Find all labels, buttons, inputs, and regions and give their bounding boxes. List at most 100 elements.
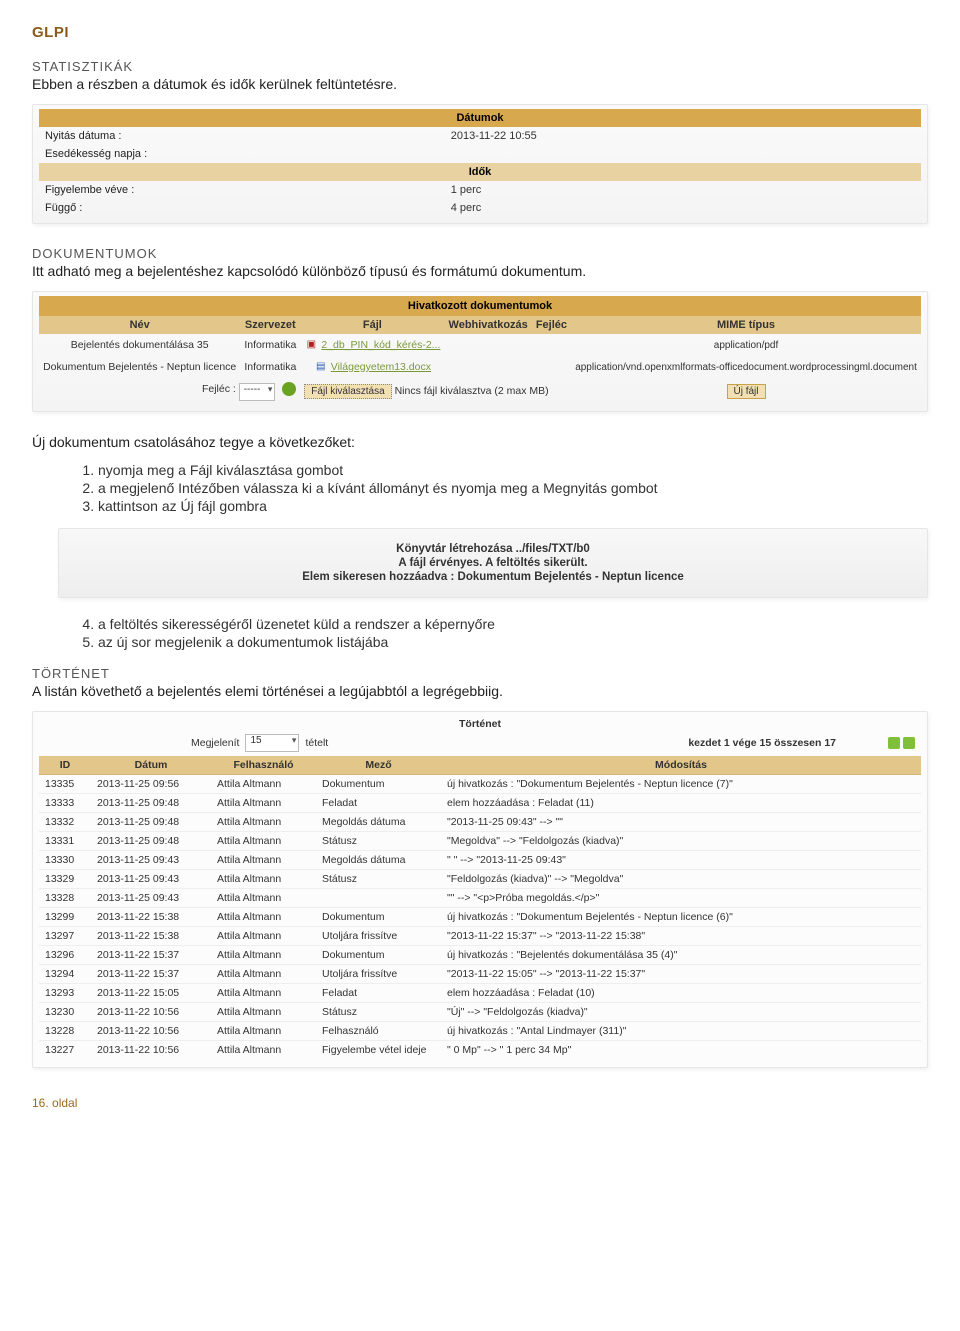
h-id: 13293 [39,983,91,1002]
h-id: 13228 [39,1021,91,1040]
h-user: Attila Altmann [211,774,316,793]
doc-row: Dokumentum Bejelentés - Neptun licenceIn… [39,356,921,378]
step-item: kattintson az Új fájl gombra [98,498,928,514]
h-mod: "Megoldva" --> "Feldolgozás (kiadva)" [441,831,921,850]
h-id: 13328 [39,888,91,907]
h-user: Attila Altmann [211,1040,316,1059]
doc-mime: application/pdf [571,334,921,356]
history-desc: A listán követhető a bejelentés elemi tö… [32,683,928,699]
h-user: Attila Altmann [211,1021,316,1040]
h-field: Státusz [316,1002,441,1021]
due-date-label: Esedékesség napja : [39,145,445,163]
h-id: 13297 [39,926,91,945]
h-user: Attila Altmann [211,869,316,888]
new-file-button[interactable]: Új fájl [727,384,766,399]
history-row: 133292013-11-25 09:43Attila AltmannStátu… [39,869,921,888]
h-field: Feladat [316,983,441,1002]
h-mod: "Új" --> "Feldolgozás (kiadva)" [441,1002,921,1021]
h-id: 13299 [39,907,91,926]
h-user: Attila Altmann [211,812,316,831]
doc-file[interactable]: ▣2_db_PIN_kód_kérés-2... [300,334,444,356]
pdf-icon: ▣ [304,338,318,352]
refresh-icon[interactable] [282,382,296,396]
h-user: Attila Altmann [211,850,316,869]
doc-head [532,334,571,356]
docs-desc: Itt adható meg a bejelentéshez kapcsolód… [32,263,928,279]
open-date-label: Nyitás dátuma : [39,127,445,145]
doc-org: Informatika [240,334,300,356]
doc-file[interactable]: ▤Világegyetem13.docx [300,356,444,378]
history-row: 133322013-11-25 09:48Attila AltmannMegol… [39,812,921,831]
h-user: Attila Altmann [211,983,316,1002]
head-select[interactable]: ----- [239,383,276,401]
h-date: 2013-11-25 09:43 [91,850,211,869]
h-date: 2013-11-22 15:37 [91,964,211,983]
h-user: Attila Altmann [211,888,316,907]
pending-value: 4 perc [445,199,921,217]
notice-line-2: A fájl érvényes. A feltöltés sikerült. [69,557,917,569]
h-id: 13296 [39,945,91,964]
history-row: 133332013-11-25 09:48Attila AltmannFelad… [39,793,921,812]
doc-mime: application/vnd.openxmlformats-officedoc… [571,356,921,378]
history-row: 132282013-11-22 10:56Attila AltmannFelha… [39,1021,921,1040]
considered-value: 1 perc [445,181,921,199]
h-date: 2013-11-22 15:37 [91,945,211,964]
col-org: Szervezet [240,316,300,334]
doc-name: Dokumentum Bejelentés - Neptun licence [39,356,240,378]
h-id: 13332 [39,812,91,831]
h-id: 13331 [39,831,91,850]
docs-panel: Hivatkozott dokumentumok Név Szervezet F… [32,291,928,412]
h-field: Dokumentum [316,907,441,926]
history-row: 132972013-11-22 15:38Attila AltmannUtolj… [39,926,921,945]
h-mod: " 0 Mp" --> " 1 perc 34 Mp" [441,1040,921,1059]
nav-next-icon[interactable] [888,737,900,749]
h-mod: "2013-11-22 15:37" --> "2013-11-22 15:38… [441,926,921,945]
notice-line-3: Elem sikeresen hozzáadva : Dokumentum Be… [69,571,917,583]
page-number: 16. oldal [32,1096,77,1110]
doc-icon: ▤ [314,360,328,374]
h-field: Dokumentum [316,774,441,793]
h-id: 13294 [39,964,91,983]
page-header: GLPI [32,24,928,41]
h-user: Attila Altmann [211,793,316,812]
hcol-mod: Módosítás [441,756,921,775]
h-date: 2013-11-22 10:56 [91,1021,211,1040]
show-count-select[interactable]: 15 [245,734,299,752]
choose-file-button[interactable]: Fájl kiválasztása [304,384,391,399]
col-mime: MIME típus [571,316,921,334]
h-field [316,888,441,907]
open-date-value: 2013-11-22 10:55 [445,127,921,145]
h-date: 2013-11-25 09:48 [91,831,211,850]
docs-panel-title: Hivatkozott dokumentumok [39,296,921,316]
h-mod: "Feldolgozás (kiadva)" --> "Megoldva" [441,869,921,888]
h-user: Attila Altmann [211,945,316,964]
history-row: 132932013-11-22 15:05Attila AltmannFelad… [39,983,921,1002]
h-date: 2013-11-25 09:43 [91,888,211,907]
step-item: a megjelenő Intézőben válassza ki a kívá… [98,480,928,496]
doc-org: Informatika [240,356,300,378]
h-id: 13335 [39,774,91,793]
range-label: kezdet 1 vége 15 összesen 17 [688,737,836,749]
h-user: Attila Altmann [211,926,316,945]
max-size-label: (2 max MB) [494,385,548,397]
history-row: 132992013-11-22 15:38Attila AltmannDokum… [39,907,921,926]
h-id: 13230 [39,1002,91,1021]
attach-intro: Új dokumentum csatolásához tegye a követ… [32,434,928,450]
nav-last-icon[interactable] [903,737,915,749]
history-panel: Történet Megjelenít 15 tételt kezdet 1 v… [32,711,928,1068]
h-field: Dokumentum [316,945,441,964]
doc-web [444,334,531,356]
h-date: 2013-11-22 10:56 [91,1002,211,1021]
upload-notice: Könyvtár létrehozása ../files/TXT/b0 A f… [58,528,928,598]
h-field: Státusz [316,869,441,888]
no-file-label: Nincs fájl kiválasztva [395,385,492,397]
h-field: Utoljára frissítve [316,964,441,983]
doc-name: Bejelentés dokumentálása 35 [39,334,240,356]
h-field: Felhasználó [316,1021,441,1040]
hcol-id: ID [39,756,91,775]
history-row: 133282013-11-25 09:43Attila Altmann"" --… [39,888,921,907]
doc-row: Bejelentés dokumentálása 35Informatika▣2… [39,334,921,356]
due-date-value [445,145,921,163]
nav-icons[interactable] [888,737,915,749]
dates-header: Dátumok [39,109,921,127]
